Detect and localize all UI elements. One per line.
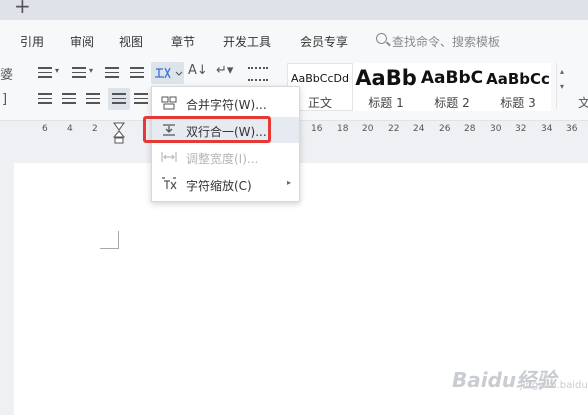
decrease-indent-icon[interactable]: [105, 67, 119, 79]
style-label: 标题 1: [368, 96, 404, 110]
align-right-icon[interactable]: [86, 93, 100, 105]
chevron-down-icon[interactable]: ▾: [55, 66, 59, 75]
style-label: 标题 3: [500, 96, 536, 110]
adjust-width-icon: [161, 152, 177, 162]
char-scale-icon: [162, 177, 177, 190]
style-label: 标题 2: [434, 96, 470, 110]
style-heading-2[interactable]: AaBbC 标题 2: [419, 63, 485, 111]
clipped-font-control[interactable]: 婆: [0, 64, 13, 83]
ruler-tick: 2: [92, 124, 98, 134]
menu-developer-tools[interactable]: 开发工具: [223, 33, 271, 50]
justify-icon: [112, 93, 126, 105]
menu-item-adjust-width: 调整宽度(I)...: [152, 144, 299, 170]
line-spacing-icon[interactable]: ↵▾: [216, 63, 233, 78]
style-heading-3[interactable]: AaBbCc 标题 3: [485, 63, 551, 111]
annotation-highlight-box: [143, 116, 271, 143]
menu-member[interactable]: 会员专享: [300, 33, 348, 50]
increase-indent-icon[interactable]: [130, 67, 144, 79]
submenu-arrow-icon: ▸: [286, 178, 291, 187]
chinese-layout-button[interactable]: [151, 62, 184, 84]
styles-scroll[interactable]: ▴ ▾: [556, 63, 569, 109]
ruler-tick: 26: [439, 124, 451, 134]
justify-button[interactable]: [108, 88, 130, 110]
margin-corner-mark: [118, 231, 119, 249]
menu-item-label: 字符缩放(C): [186, 179, 252, 193]
menu-item-label: 调整宽度(I)...: [186, 152, 259, 166]
menu-item-label: 合并字符(W)...: [186, 98, 267, 112]
new-tab-button[interactable]: +: [14, 0, 31, 17]
bullet-list-icon[interactable]: [38, 67, 52, 79]
menu-section[interactable]: 章节: [171, 33, 195, 50]
style-preview: AaBbCc: [486, 70, 550, 88]
ruler-tick: 24: [413, 124, 425, 134]
chinese-layout-icon: [155, 67, 183, 79]
ruler-tick: 16: [311, 124, 323, 134]
clipped-control[interactable]: ]: [2, 92, 7, 107]
chinese-layout-menu: 合并字符(W)... 双行合一(W)... 调整宽度(I)... 字符缩放(C)…: [151, 86, 300, 202]
style-preview: AaBbCcDd: [291, 72, 349, 85]
menu-item-merge-chars[interactable]: 合并字符(W)...: [152, 90, 299, 116]
ruler-tick: 32: [515, 124, 527, 134]
tab-strip: [0, 0, 588, 20]
ruler-tick: 30: [490, 124, 502, 134]
distributed-align-icon[interactable]: [134, 93, 148, 105]
clipped-text-tool[interactable]: 文: [578, 94, 588, 111]
align-center-icon[interactable]: [62, 93, 76, 105]
indent-marker-icon[interactable]: [113, 122, 125, 144]
chevron-down-icon: ▾: [560, 82, 565, 91]
menu-view[interactable]: 视图: [119, 33, 143, 50]
font-size-icon[interactable]: A↓: [188, 63, 208, 78]
search-input[interactable]: 查找命令、搜索模板: [392, 33, 500, 50]
ruler-tick: 6: [42, 124, 48, 134]
style-heading-1[interactable]: AaBb 标题 1: [353, 63, 419, 111]
table-grid-icon[interactable]: [248, 67, 268, 81]
align-left-icon[interactable]: [38, 93, 52, 105]
ruler-tick: 22: [388, 124, 400, 134]
ruler-tick: 36: [566, 124, 578, 134]
menu-references[interactable]: 引用: [20, 33, 44, 50]
ruler-tick: 34: [541, 124, 553, 134]
margin-corner-mark: [100, 248, 119, 249]
menu-item-char-scale[interactable]: 字符缩放(C) ▸: [152, 171, 299, 197]
menu-review[interactable]: 审阅: [70, 33, 94, 50]
merge-chars-icon: [161, 96, 177, 110]
ruler-tick: 4: [67, 124, 73, 134]
ruler-tick: 28: [464, 124, 476, 134]
numbered-list-icon[interactable]: [72, 67, 86, 79]
style-preview: AaBbC: [420, 68, 484, 88]
style-preview: AaBb: [355, 66, 417, 90]
chevron-down-icon[interactable]: ▾: [89, 66, 93, 75]
watermark-url: jingyan.baidu.com: [520, 380, 588, 391]
ruler-tick: 18: [337, 124, 349, 134]
chevron-up-icon: ▴: [560, 67, 565, 76]
ruler-tick: 20: [362, 124, 374, 134]
